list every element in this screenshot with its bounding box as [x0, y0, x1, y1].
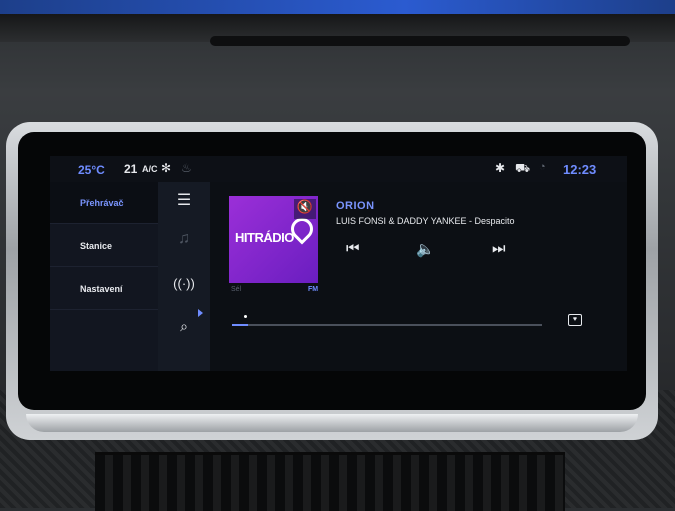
- temperature-readout[interactable]: 25°C: [78, 163, 105, 177]
- status-bar: 25°C 21 A/C ✻ ♨ ✱ ⛟ ◔ 12:23: [50, 156, 627, 182]
- station-name: ORION: [336, 200, 375, 212]
- signal-icon: ◔: [539, 161, 546, 173]
- menu-item-settings[interactable]: Nastavení: [50, 268, 158, 310]
- menu-item-stations[interactable]: Stanice: [50, 225, 158, 267]
- music-note-icon[interactable]: ♫: [158, 230, 210, 248]
- previous-icon[interactable]: ⏮: [346, 240, 360, 257]
- progress-fill: [232, 324, 248, 326]
- menu-item-label: Přehrávač: [80, 197, 124, 208]
- active-source-indicator: [198, 309, 203, 317]
- progress-marker: [244, 315, 247, 318]
- source-icon-column: ☰ ♫ ((·)) ⌕: [158, 182, 210, 371]
- band-label: Sél: [231, 286, 242, 293]
- screen-frame: 25°C 21 A/C ✻ ♨ ✱ ⛟ ◔ 12:23 Přehrávač St…: [18, 132, 646, 410]
- station-logo-text: HITRÁDIO: [235, 230, 294, 245]
- next-icon[interactable]: ⏭: [492, 240, 506, 257]
- seat-heat-icon[interactable]: ♨: [181, 161, 192, 175]
- search-icon[interactable]: ⌕: [158, 318, 210, 335]
- ac-label[interactable]: A/C: [142, 164, 158, 174]
- screen-bezel: 25°C 21 A/C ✻ ♨ ✱ ⛟ ◔ 12:23 Přehrávač St…: [6, 122, 658, 440]
- favorite-station-icon[interactable]: ♥: [568, 314, 582, 326]
- chrome-trim: [26, 414, 638, 432]
- track-title: LUIS FONSI & DADDY YANKEE - Despacito: [336, 216, 515, 226]
- band-type: FM: [308, 286, 319, 293]
- menu-item-label: Nastavení: [80, 283, 123, 294]
- fan-level[interactable]: 21: [124, 162, 137, 176]
- mute-icon[interactable]: 🔇: [294, 199, 316, 219]
- infotainment-screen: 25°C 21 A/C ✻ ♨ ✱ ⛟ ◔ 12:23 Přehrávač St…: [50, 156, 627, 371]
- defrost-vent: [210, 36, 630, 46]
- radio-signal-icon[interactable]: ((·)): [158, 276, 210, 291]
- clock: 12:23: [563, 162, 597, 177]
- progress-bar[interactable]: [232, 324, 542, 326]
- side-menu: Přehrávač Stanice Nastavení: [50, 182, 158, 371]
- car-exterior-blue: [0, 0, 675, 14]
- air-vent: [95, 452, 565, 511]
- menu-item-player[interactable]: Přehrávač: [50, 182, 158, 224]
- bluetooth-icon: ✱: [495, 161, 506, 175]
- menu-icon[interactable]: ☰: [158, 190, 210, 210]
- volume-icon[interactable]: 🔈: [416, 240, 435, 258]
- dashboard-top: [0, 14, 675, 46]
- car-connect-icon: ⛟: [515, 161, 531, 175]
- fan-icon[interactable]: ✻: [161, 161, 171, 175]
- menu-item-label: Stanice: [80, 240, 113, 251]
